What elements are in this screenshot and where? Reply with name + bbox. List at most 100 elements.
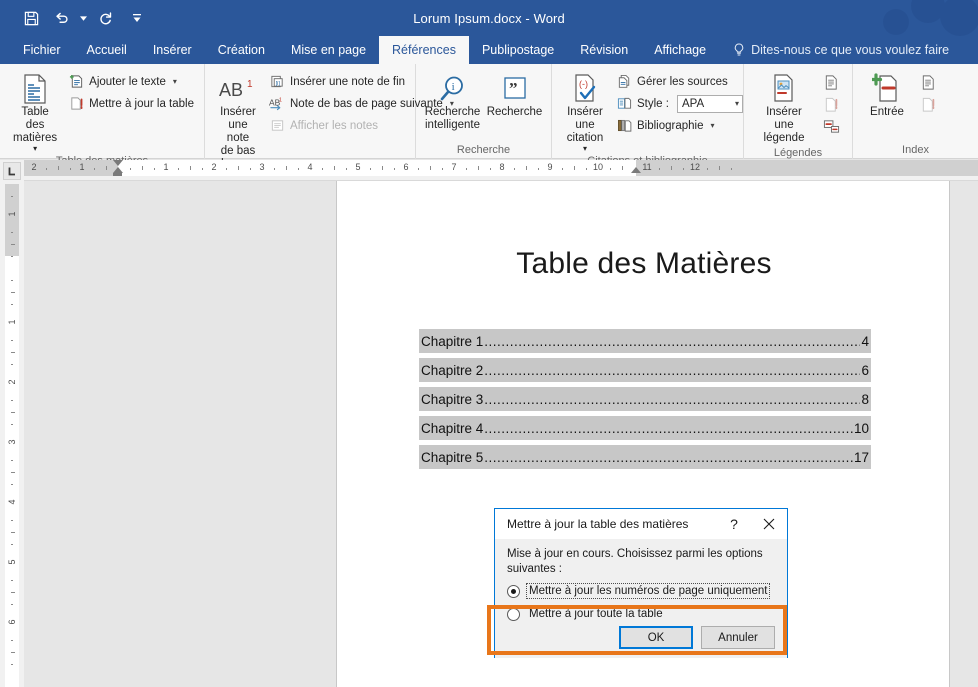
insert-citation-button[interactable]: (-) Insérer une citation ▾: [557, 70, 613, 153]
ok-button[interactable]: OK: [619, 626, 693, 649]
update-table-of-figures-icon[interactable]: [821, 94, 841, 114]
radio-label: Mettre à jour toute la table: [529, 608, 663, 620]
tab-revision[interactable]: Révision: [567, 36, 641, 64]
toc-entry[interactable]: Chapitre 5 .............................…: [419, 445, 871, 469]
add-text-icon: [68, 74, 84, 90]
undo-icon[interactable]: [46, 5, 76, 31]
insert-caption-icon: [769, 72, 799, 106]
researcher-button[interactable]: ” Recherche: [484, 70, 546, 119]
mark-entry-button[interactable]: Entrée: [858, 70, 916, 119]
toc-entry-label: Chapitre 3: [421, 391, 484, 407]
toc-entry-page: 8: [861, 391, 869, 407]
left-indent-marker[interactable]: [113, 173, 122, 176]
tab-creation[interactable]: Création: [205, 36, 278, 64]
bibliography-button[interactable]: Bibliographie ▾: [613, 115, 748, 136]
insert-table-of-figures-icon[interactable]: [821, 72, 841, 92]
update-options-group: Mettre à jour les numéros de page unique…: [507, 581, 775, 624]
toc-entry-page: 4: [861, 333, 869, 349]
undo-dropdown-icon[interactable]: [76, 5, 90, 31]
redo-icon[interactable]: [90, 5, 120, 31]
insert-caption-button[interactable]: Insérer une légende: [749, 70, 819, 145]
dialog-title-bar: Mettre à jour la table des matières ?: [495, 509, 787, 539]
ribbon-group-index: Entrée Index: [853, 64, 978, 159]
add-text-button[interactable]: Ajouter le texte ▾: [65, 71, 199, 92]
insert-index-icon[interactable]: [918, 72, 938, 92]
chevron-down-icon: ▾: [734, 99, 739, 108]
insert-footnote-button[interactable]: AB1 Insérer une note de bas de page: [210, 70, 266, 171]
tell-me-search[interactable]: Dites-nous ce que vous voulez faire: [719, 36, 959, 64]
ribbon-group-title: Index: [902, 144, 929, 156]
ribbon-group-notes-de-bas-de-page: AB1 Insérer une note de bas de page [i] …: [205, 64, 454, 186]
chevron-down-icon[interactable]: ▾: [583, 145, 587, 153]
ruler-label: 3: [259, 162, 265, 172]
footnote-icon: AB 1: [217, 72, 259, 106]
tab-mise-en-page[interactable]: Mise en page: [278, 36, 379, 64]
smart-lookup-button[interactable]: i Recherche intelligente: [422, 70, 484, 132]
manage-sources-label: Gérer les sources: [637, 75, 728, 88]
toc-entry-page: 6: [861, 362, 869, 378]
table-of-contents-label: Table des matières: [13, 106, 58, 144]
ribbon: Table des matières ▾ Ajouter le texte ▾: [0, 64, 978, 186]
mark-index-entry-icon: [872, 72, 902, 106]
citation-style-selector[interactable]: Style : APA ▾: [613, 93, 748, 114]
ribbon-group-table-des-matieres: Table des matières ▾ Ajouter le texte ▾: [0, 64, 205, 167]
ribbon-group-legendes: Insérer une légende Légendes: [744, 64, 853, 159]
table-of-contents-button[interactable]: Table des matières ▾: [5, 70, 65, 153]
lightbulb-icon: [733, 43, 745, 57]
chevron-down-icon[interactable]: ▾: [173, 77, 177, 86]
update-table-of-contents-dialog[interactable]: Mettre à jour la table des matières ? Mi…: [487, 508, 788, 658]
toc-entry[interactable]: Chapitre 3 .............................…: [419, 387, 871, 411]
toc-entry[interactable]: Chapitre 4 .............................…: [419, 416, 871, 440]
svg-text:i: i: [451, 81, 454, 93]
tab-affichage[interactable]: Affichage: [641, 36, 719, 64]
first-line-indent-marker[interactable]: [113, 160, 123, 166]
next-footnote-icon: AB 1: [269, 96, 285, 112]
smart-lookup-label: Recherche intelligente: [424, 106, 481, 131]
citation-style-value: APA: [681, 97, 705, 110]
ruler-label: 12: [689, 162, 701, 172]
vruler-label: 1: [7, 211, 17, 217]
title-bar-decoration: [883, 0, 978, 36]
cross-reference-icon[interactable]: [821, 116, 841, 136]
tab-fichier[interactable]: Fichier: [10, 36, 74, 64]
ruler-label: 4: [307, 162, 313, 172]
ribbon-tabs: Fichier Accueil Insérer Création Mise en…: [0, 36, 978, 64]
tab-inserer[interactable]: Insérer: [140, 36, 205, 64]
update-index-icon[interactable]: [918, 94, 938, 114]
customize-quick-access-toolbar-icon[interactable]: [130, 5, 144, 31]
tab-stop-selector[interactable]: [3, 162, 21, 180]
tab-publipostage[interactable]: Publipostage: [469, 36, 567, 64]
manage-sources-button[interactable]: Gérer les sources: [613, 71, 748, 92]
chevron-down-icon[interactable]: ▾: [33, 145, 37, 153]
close-icon[interactable]: [751, 509, 787, 539]
toc-entry[interactable]: Chapitre 1 .............................…: [419, 329, 871, 353]
cancel-button[interactable]: Annuler: [701, 626, 775, 649]
update-table-button[interactable]: Mettre à jour la table: [65, 93, 199, 114]
radio-button-icon: [507, 607, 520, 621]
radio-update-entire-table[interactable]: Mettre à jour toute la table: [507, 604, 775, 624]
citation-style-dropdown[interactable]: APA ▾: [676, 94, 743, 113]
ruler-label: 1: [79, 162, 85, 172]
tab-references[interactable]: Références: [379, 36, 469, 64]
help-icon[interactable]: ?: [717, 509, 751, 539]
tab-accueil[interactable]: Accueil: [74, 36, 140, 64]
title-bar: Lorum Ipsum.docx - Word: [0, 0, 978, 36]
dialog-title-buttons: ?: [717, 509, 787, 539]
ruler-ticks: 2 1 1 2 3 4 5 6 7 8 9 10 11 12: [24, 160, 978, 176]
toc-leader-dots: ........................................…: [484, 333, 861, 349]
ribbon-tab-bar: Fichier Accueil Insérer Création Mise en…: [0, 36, 978, 64]
radio-update-page-numbers-only[interactable]: Mettre à jour les numéros de page unique…: [507, 581, 775, 601]
toc-entry[interactable]: Chapitre 2 .............................…: [419, 358, 871, 382]
horizontal-ruler[interactable]: 2 1 1 2 3 4 5 6 7 8 9 10 11 12: [24, 160, 978, 181]
chevron-down-icon[interactable]: ▾: [711, 121, 715, 130]
save-icon[interactable]: [16, 5, 46, 31]
update-table-label: Mettre à jour la table: [89, 97, 194, 110]
toc-leader-dots: ........................................…: [484, 362, 861, 378]
researcher-label: Recherche: [486, 106, 543, 118]
right-indent-marker[interactable]: [631, 167, 641, 173]
citation-small-commands: Gérer les sources Style : APA ▾ Bibliogr…: [613, 70, 748, 136]
table-of-contents-field[interactable]: Chapitre 1 .............................…: [419, 329, 871, 474]
mark-entry-label: Entrée: [870, 106, 904, 118]
citation-style-label: Style :: [637, 97, 669, 110]
vertical-ruler[interactable]: 1 1 2 3 4 5 6: [0, 160, 24, 687]
